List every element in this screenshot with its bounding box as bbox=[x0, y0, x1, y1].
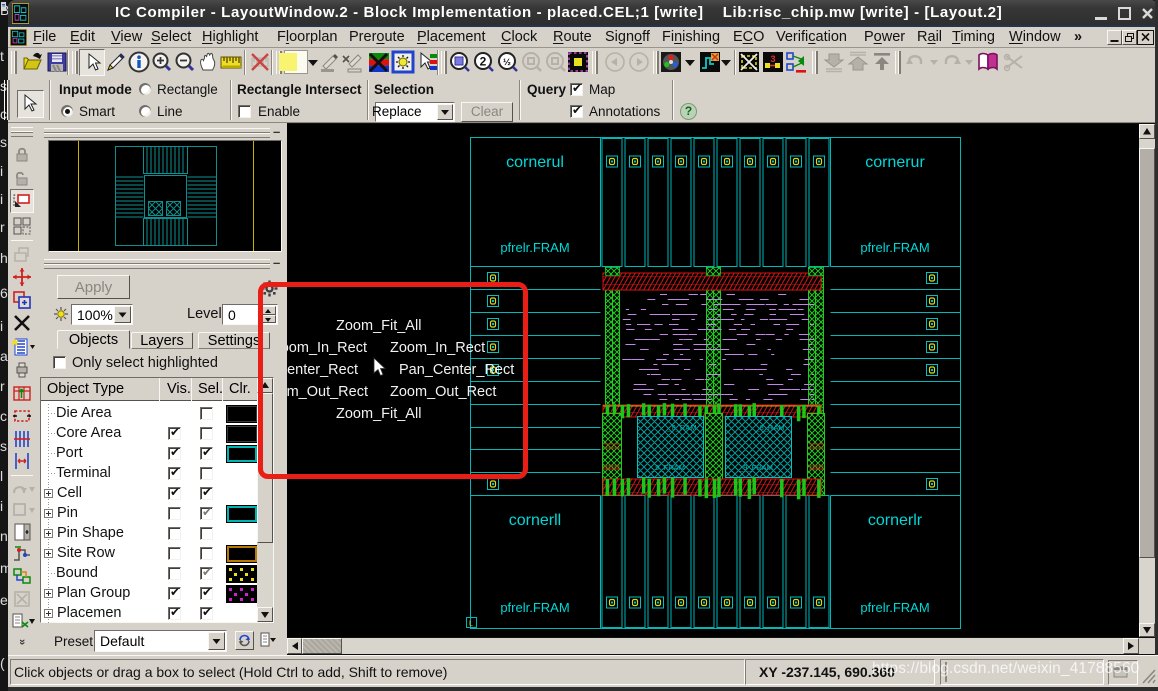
svg-text:3: 3 bbox=[770, 54, 775, 64]
svg-text:pfrelr.FRAM: pfrelr.FRAM bbox=[860, 600, 929, 615]
svg-text:pfrelr.FRAM: pfrelr.FRAM bbox=[500, 600, 569, 615]
svg-text:cornerul: cornerul bbox=[506, 154, 564, 171]
svg-text:_9_FRAM: _9_FRAM bbox=[650, 463, 685, 472]
svg-text:cornerll: cornerll bbox=[509, 512, 561, 529]
svg-text:2: 2 bbox=[480, 55, 487, 69]
svg-text:_9_FRAM: _9_FRAM bbox=[738, 463, 773, 472]
svg-text:pfrelr.FRAM: pfrelr.FRAM bbox=[860, 240, 929, 255]
svg-text:_8_RAM: _8_RAM bbox=[754, 423, 784, 432]
svg-text:pfrelr.FRAM: pfrelr.FRAM bbox=[500, 240, 569, 255]
svg-text:L: L bbox=[469, 621, 473, 628]
svg-text:½: ½ bbox=[503, 57, 511, 68]
svg-text:cornerlr: cornerlr bbox=[868, 512, 923, 529]
svg-text:_8_RAM: _8_RAM bbox=[666, 423, 696, 432]
svg-text:cornerur: cornerur bbox=[865, 154, 925, 171]
